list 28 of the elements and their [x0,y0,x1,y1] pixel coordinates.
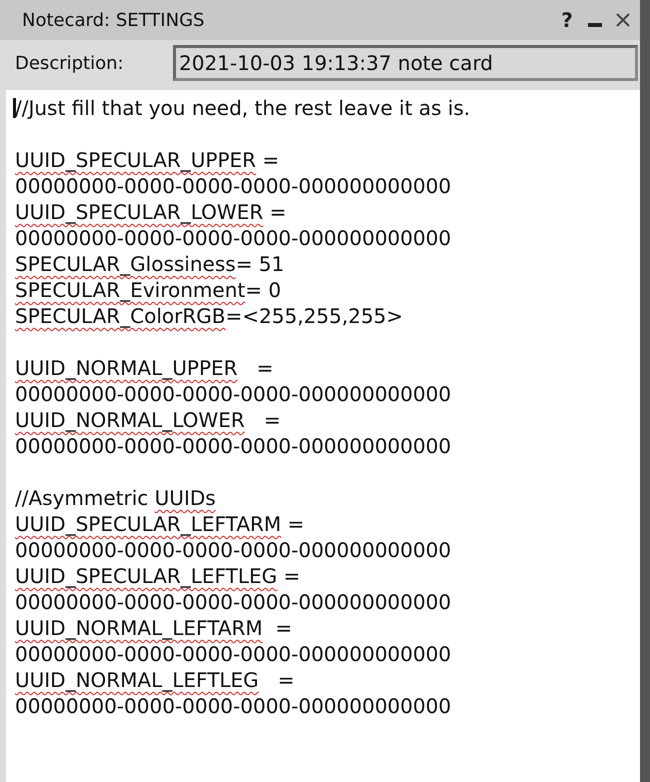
help-button[interactable]: ? [558,9,576,31]
text-line: UUID_NORMAL_LEFTARM = [15,615,294,641]
text-line: UUID_SPECULAR_LEFTARM = [15,511,306,537]
text-line: //Just fill that you need, the rest leave it as is. [15,95,472,121]
text-line: UUID_NORMAL_LOWER = [15,407,282,433]
text-line: UUID_NORMAL_LEFTLEG = [15,667,296,693]
text-line: 00000000-0000-0000-0000-000000000000 [15,641,452,667]
text-line: 00000000-0000-0000-0000-000000000000 [15,381,452,407]
text-line: 00000000-0000-0000-0000-000000000000 [15,173,452,199]
text-line: 00000000-0000-0000-0000-000000000000 [15,693,452,719]
window-title: Notecard: SETTINGS [22,10,206,30]
close-icon [616,13,630,27]
text-line: SPECULAR_ColorRGB=<255,255,255> [15,303,404,329]
notecard-text-area[interactable] [6,90,640,782]
text-line: SPECULAR_Evironment= 0 [15,277,282,303]
text-line: UUID_SPECULAR_LEFTLEG = [15,563,302,589]
description-field[interactable]: 2021-10-03 19:13:37 note card [173,45,638,81]
text-line: UUID_NORMAL_UPPER = [15,355,274,381]
text-line: 00000000-0000-0000-0000-000000000000 [15,589,452,615]
text-line: UUID_SPECULAR_LOWER = [15,199,288,225]
text-line: 00000000-0000-0000-0000-000000000000 [15,433,452,459]
text-line: 00000000-0000-0000-0000-000000000000 [15,537,452,563]
text-line: SPECULAR_Glossiness= 51 [15,251,286,277]
description-label: Description: [15,52,125,74]
minimize-icon [588,23,602,27]
text-line: //Asymmetric UUIDs [15,485,217,511]
text-line: 00000000-0000-0000-0000-000000000000 [15,225,452,251]
text-line: UUID_SPECULAR_UPPER = [15,147,280,173]
